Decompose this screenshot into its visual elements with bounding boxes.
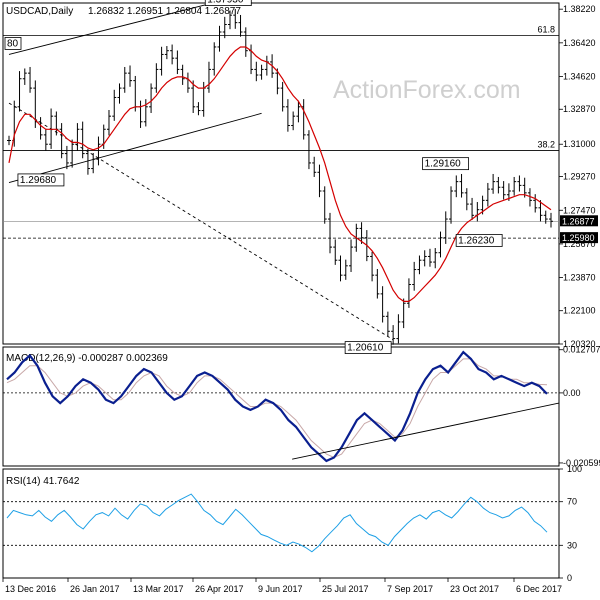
fib-level-label: 61.8: [537, 24, 555, 34]
x-axis-label: 26 Jan 2017: [70, 584, 120, 594]
price-label: 80: [7, 38, 19, 49]
rsi-axis-label: 100: [567, 464, 582, 474]
rsi-axis-label: 70: [567, 497, 577, 507]
price-label: 1.29160: [425, 159, 462, 170]
price-axis-label: 1.31000: [563, 139, 596, 149]
forex-chart: ActionForex.com USDCAD,Daily 1.26832 1.2…: [0, 0, 600, 600]
price-axis-label: 1.27470: [563, 205, 596, 215]
x-axis-label: 7 Sep 2017: [387, 584, 433, 594]
price-axis-label: 1.38220: [563, 4, 596, 14]
price-axis-label: 1.23870: [563, 273, 596, 283]
x-axis-label: 6 Dec 2017: [516, 584, 562, 594]
macd-axis-label: 0.012707: [563, 345, 600, 355]
rsi-axis-label: 0: [567, 573, 572, 583]
price-axis-label: 1.34620: [563, 72, 596, 82]
price-label: 1.26230: [458, 235, 495, 246]
price-label: 1.37930: [207, 0, 244, 6]
price-axis-label: 1.36420: [563, 38, 596, 48]
rsi-axis-label: 30: [567, 540, 577, 550]
price-label: 1.20610: [347, 343, 384, 354]
price-label: 1.29680: [20, 175, 57, 186]
x-axis-label: 13 Dec 2016: [5, 584, 56, 594]
x-axis-label: 25 Jul 2017: [322, 584, 369, 594]
price-axis-label: 1.29270: [563, 172, 596, 182]
current-price-tag: 1.26877: [562, 216, 595, 226]
symbol-label: USDCAD,Daily: [6, 6, 73, 17]
support-price-tag: 1.25980: [562, 233, 595, 243]
watermark: ActionForex.com: [333, 76, 521, 104]
x-axis-label: 9 Jun 2017: [258, 584, 303, 594]
x-axis-label: 13 Mar 2017: [133, 584, 184, 594]
macd-axis-label: 0.00: [563, 388, 581, 398]
x-axis-label: 23 Oct 2017: [450, 584, 499, 594]
fib-level-label: 38.2: [537, 140, 555, 150]
rsi-title: RSI(14) 41.7642: [6, 476, 80, 487]
price-axis-label: 1.32870: [563, 104, 596, 114]
price-axis-label: 1.22100: [563, 306, 596, 316]
x-axis-label: 26 Apr 2017: [195, 584, 244, 594]
